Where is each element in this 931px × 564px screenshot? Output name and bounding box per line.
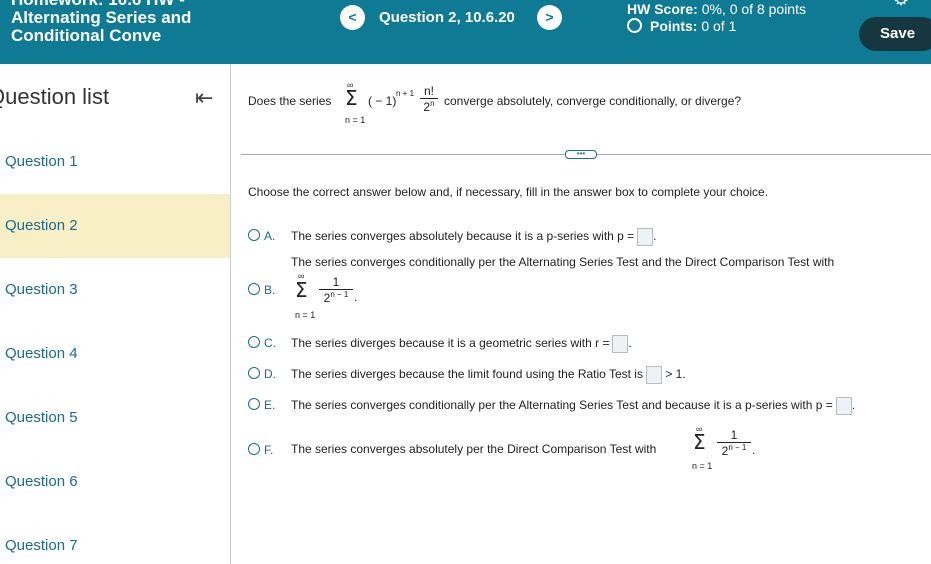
gear-icon[interactable]: ⚙: [893, 0, 913, 8]
previous-question-button[interactable]: <: [340, 5, 365, 30]
hw-score: HW Score: 0%, 0 of 8 points: [627, 1, 806, 17]
option-e-radio[interactable]: E.: [248, 398, 275, 412]
sidebar-item-question-7[interactable]: Question 7: [0, 514, 230, 564]
save-button[interactable]: Save: [859, 17, 931, 51]
radio-icon: [248, 398, 260, 410]
sidebar-item-question-3[interactable]: Question 3: [0, 258, 230, 322]
option-b-letter: B.: [264, 283, 276, 297]
sidebar-item-question-6[interactable]: Question 6: [0, 450, 230, 514]
series-fraction: n! 2n: [420, 84, 438, 114]
option-c-answer-box[interactable]: [612, 335, 629, 353]
option-c-radio[interactable]: C.: [248, 336, 276, 350]
chevron-left-icon: <: [348, 9, 357, 25]
option-f-sum-lower-limit: n = 1: [692, 461, 713, 471]
fraction-denominator: 2n: [420, 98, 438, 114]
option-e-text: The series converges conditionally per t…: [291, 397, 855, 415]
option-f-text: The series converges absolutely per the …: [291, 442, 657, 456]
radio-icon: [248, 229, 260, 241]
score-label: HW Score:: [627, 1, 698, 17]
homework-title: Homework: 10.6 HW - Alternating Series a…: [11, 0, 192, 45]
expand-dots-button[interactable]: •••: [565, 150, 597, 159]
radio-icon: [248, 367, 260, 379]
option-d-radio[interactable]: D.: [248, 367, 276, 381]
fraction-denominator: 2n − 1: [319, 289, 353, 305]
option-e-letter: E.: [264, 398, 276, 412]
fraction-numerator: 1: [730, 428, 738, 442]
option-b-sum-lower-limit: n = 1: [295, 310, 316, 320]
points: Points: 0 of 1: [627, 18, 736, 34]
option-a-letter: A.: [264, 229, 276, 243]
radio-icon: [248, 336, 260, 348]
option-f-fraction: 1 2n − 1: [717, 428, 751, 458]
option-c-text: The series diverges because it is a geom…: [291, 335, 632, 353]
fraction-denominator: 2n − 1: [717, 442, 751, 458]
option-c-letter: C.: [264, 336, 276, 350]
series-exponent: n + 1: [396, 89, 415, 98]
question-panel: Does the series ∞ Σ n = 1 ( − 1) n + 1 n…: [231, 64, 931, 564]
points-ring-icon: [627, 18, 642, 33]
option-b-sigma: Σ: [295, 278, 308, 302]
fraction-numerator: n!: [423, 84, 434, 98]
question-title: Question 2, 10.6.20: [379, 9, 515, 26]
series-term: ( − 1): [368, 94, 397, 108]
option-b-text: The series converges conditionally per t…: [291, 255, 835, 269]
radio-icon: [248, 443, 260, 455]
sigma-symbol: Σ: [345, 86, 358, 110]
sum-lower-limit: n = 1: [345, 115, 366, 125]
option-f-letter: F.: [264, 443, 274, 457]
next-question-button[interactable]: >: [537, 5, 562, 30]
option-e-answer-box[interactable]: [835, 397, 852, 415]
points-value: 0 of 1: [701, 18, 737, 34]
option-b-fraction: 1 2n − 1: [319, 275, 353, 305]
option-f-radio[interactable]: F.: [248, 443, 273, 457]
question-list-title: Question list: [0, 84, 110, 109]
question-list-sidebar: Question list ⇤ Question 1 Question 2 Qu…: [0, 64, 231, 564]
instruction-text: Choose the correct answer below and, if …: [248, 185, 769, 199]
option-d-answer-box[interactable]: [645, 366, 662, 384]
option-d-text: The series diverges because the limit fo…: [291, 366, 686, 384]
sidebar-item-question-4[interactable]: Question 4: [0, 322, 230, 386]
option-a-text: The series converges absolutely because …: [291, 228, 657, 246]
collapse-sidebar-icon[interactable]: ⇤: [195, 85, 213, 111]
option-b-radio[interactable]: B.: [248, 283, 275, 297]
option-a-answer-box[interactable]: [637, 228, 654, 246]
question-prefix: Does the series: [248, 94, 332, 108]
chevron-right-icon: >: [545, 9, 554, 25]
radio-icon: [248, 283, 260, 295]
option-a-radio[interactable]: A.: [248, 229, 275, 243]
sidebar-item-question-1[interactable]: Question 1: [0, 130, 230, 194]
points-label: Points:: [650, 18, 698, 34]
option-f-sigma: Σ: [693, 430, 706, 454]
score-value: 0%, 0 of 8 points: [701, 1, 806, 17]
option-d-letter: D.: [264, 367, 276, 381]
fraction-numerator: 1: [332, 275, 340, 289]
question-suffix: converge absolutely, converge conditiona…: [444, 94, 742, 108]
sidebar-item-question-5[interactable]: Question 5: [0, 386, 230, 450]
sidebar-item-question-2[interactable]: Question 2: [0, 194, 230, 258]
header-bar: Homework: 10.6 HW - Alternating Series a…: [0, 0, 931, 64]
